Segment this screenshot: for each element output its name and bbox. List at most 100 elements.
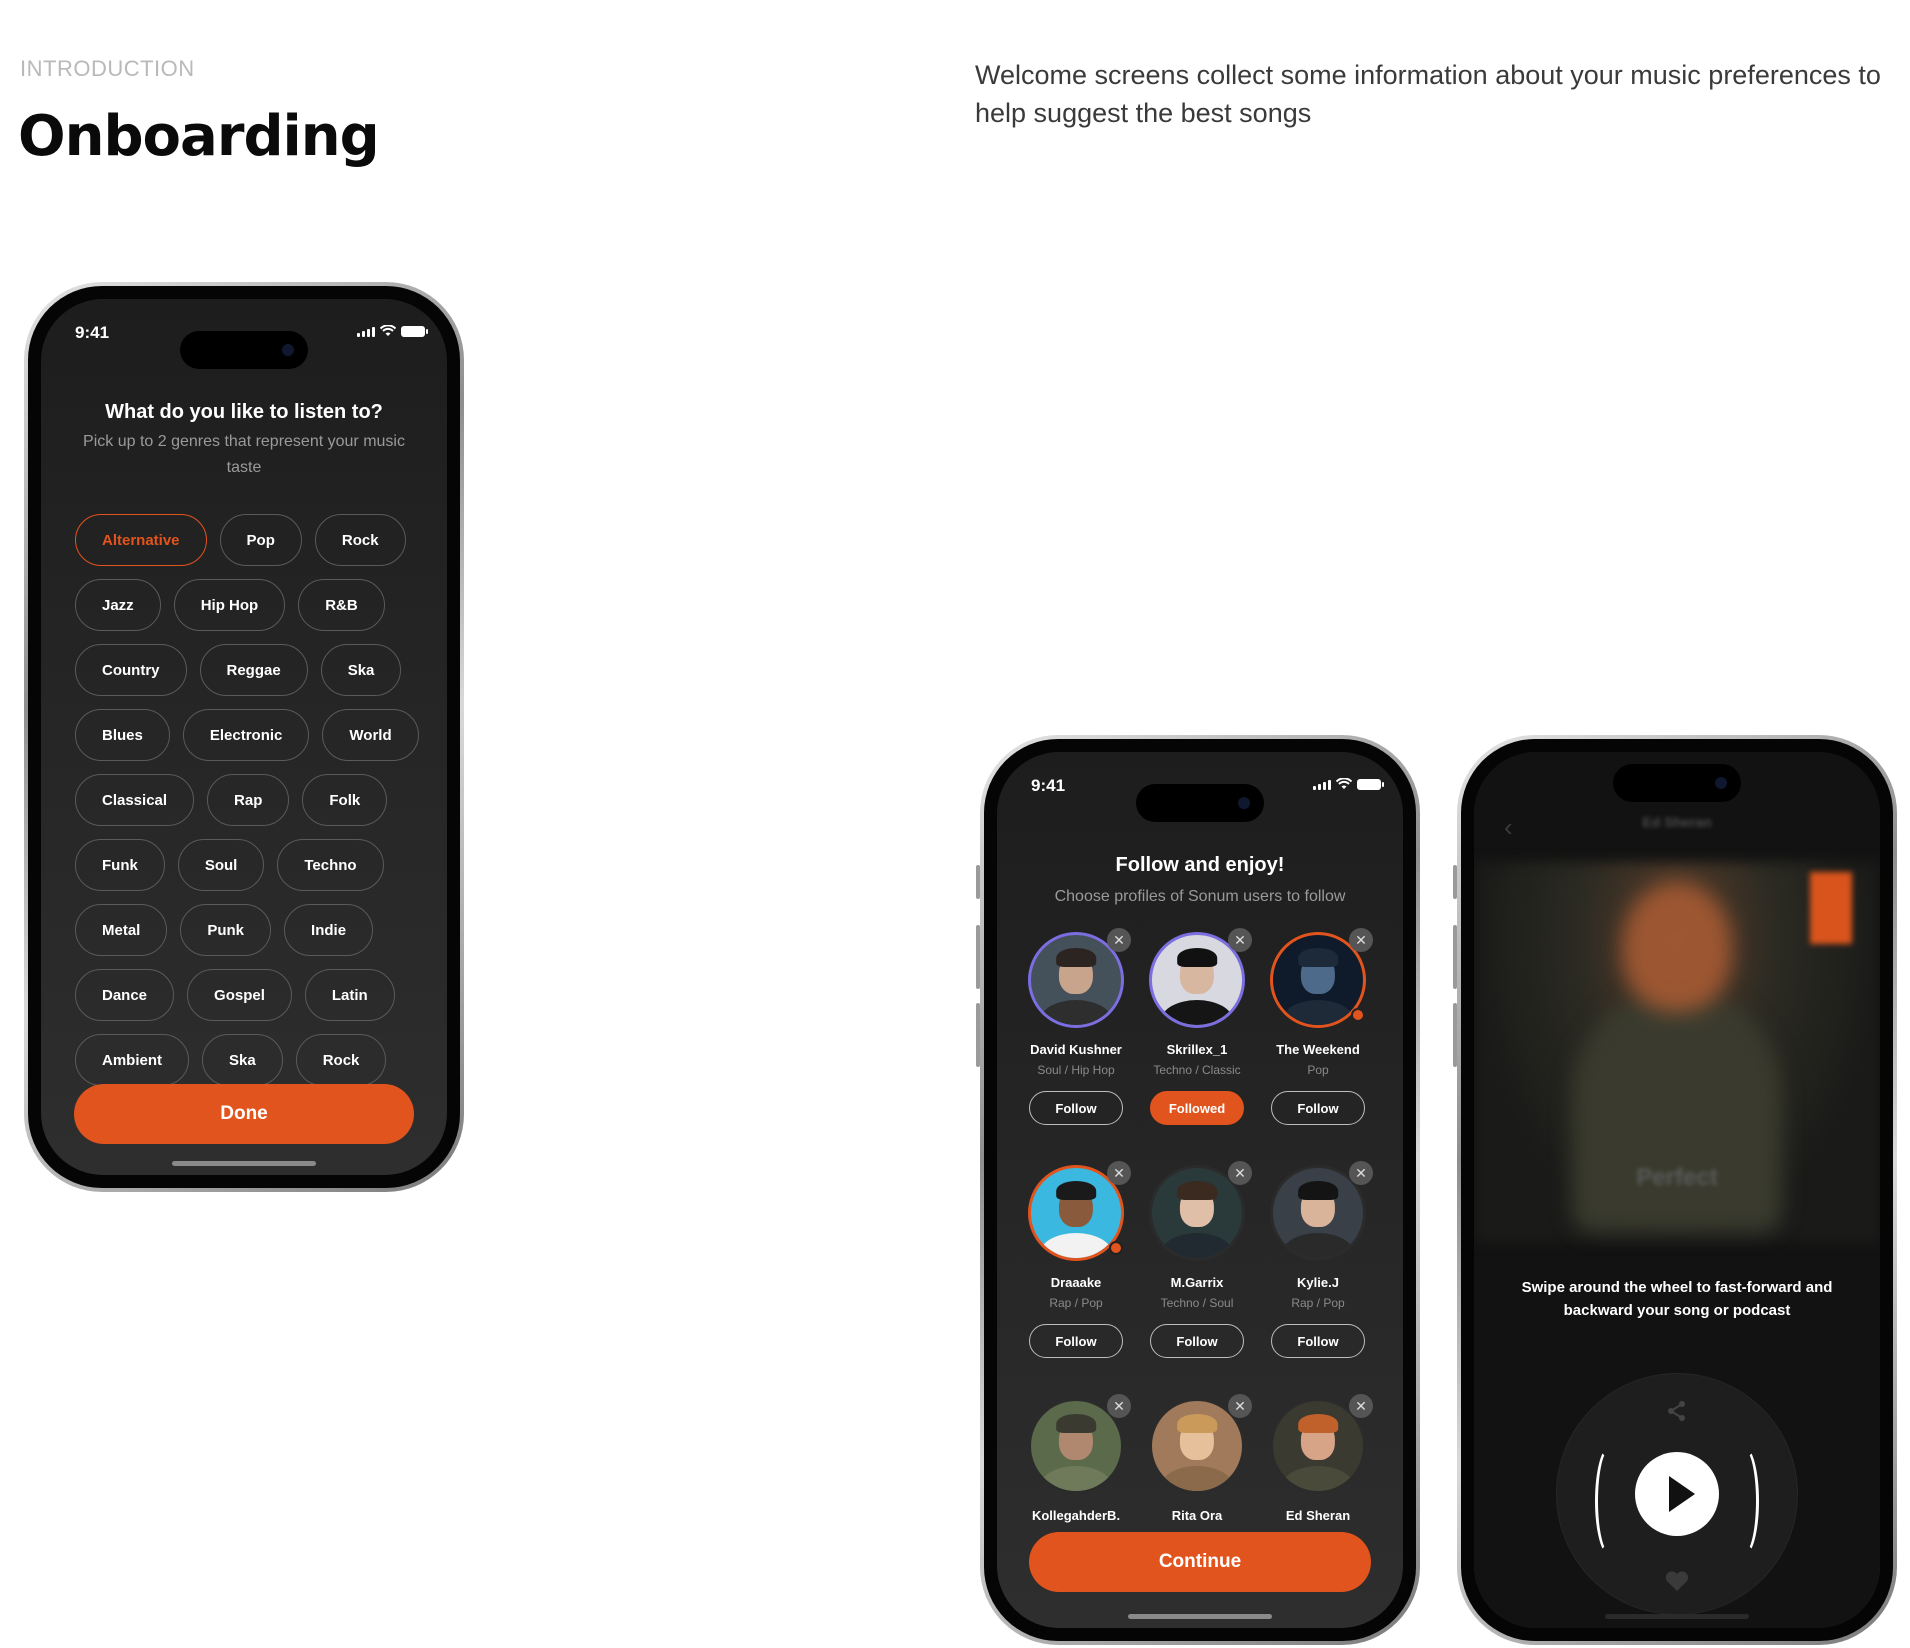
follow-button[interactable]: Follow xyxy=(1029,1091,1123,1125)
wheel-hint: Swipe around the wheel to fast-forward a… xyxy=(1521,1279,1833,1319)
genre-chip[interactable]: Folk xyxy=(302,774,388,826)
genre-chip[interactable]: Reggae xyxy=(199,644,308,696)
profile-name: KollegahderB. xyxy=(1031,1508,1121,1523)
profile-card: ✕ Draaake Rap / Pop Follow xyxy=(1017,1161,1135,1358)
genre-chip[interactable]: Hip Hop xyxy=(173,579,286,631)
genre-chip-row: Funk Soul Techno xyxy=(75,839,425,891)
heart-icon[interactable] xyxy=(1665,1570,1689,1592)
genre-chip-row: Ambient Ska Rock xyxy=(75,1034,425,1086)
profile-name: The Weekend xyxy=(1276,1042,1360,1057)
close-icon[interactable]: ✕ xyxy=(1228,1161,1252,1185)
genre-chip[interactable]: Techno xyxy=(277,839,384,891)
scrub-wheel[interactable] xyxy=(1557,1374,1797,1614)
profile-grid: ✕ David Kushner Soul / Hip Hop Follow ✕ Skril… xyxy=(1017,928,1377,1563)
play-button[interactable] xyxy=(1635,1452,1719,1536)
close-icon[interactable]: ✕ xyxy=(1107,928,1131,952)
profile-card: ✕ Ed Sheran xyxy=(1259,1394,1377,1523)
genre-chip[interactable]: Jazz xyxy=(75,579,161,631)
followed-button[interactable]: Followed xyxy=(1150,1091,1244,1125)
profile-name: Ed Sheran xyxy=(1285,1508,1351,1523)
status-time: 9:41 xyxy=(1031,776,1066,795)
profile-genres: Pop xyxy=(1307,1063,1329,1077)
signal-icon xyxy=(357,327,375,337)
close-icon[interactable]: ✕ xyxy=(1349,928,1373,952)
share-icon[interactable] xyxy=(1666,1400,1688,1422)
status-time: 9:41 xyxy=(75,323,110,342)
genre-chip[interactable]: Ambient xyxy=(75,1034,189,1086)
section-label: INTRODUCTION xyxy=(20,56,195,81)
dynamic-island xyxy=(1613,764,1741,802)
genre-chip[interactable]: Latin xyxy=(304,969,395,1021)
genre-chip[interactable]: Dance xyxy=(75,969,175,1021)
profile-row: ✕ David Kushner Soul / Hip Hop Follow ✕ Skril… xyxy=(1017,928,1377,1125)
genre-chip[interactable]: Gospel xyxy=(187,969,292,1021)
genre-chip-list: Alternative Pop Rock Jazz Hip Hop R&B Country R… xyxy=(75,514,425,1099)
genre-chip[interactable]: Rap xyxy=(207,774,290,826)
profile-genres: Soul / Hip Hop xyxy=(1037,1063,1115,1077)
genre-chip[interactable]: Ska xyxy=(320,644,402,696)
genre-chip[interactable]: Soul xyxy=(177,839,265,891)
genre-chip[interactable]: Metal xyxy=(75,904,168,956)
profile-name: Skrillex_1 xyxy=(1166,1042,1228,1057)
home-indicator xyxy=(1128,1614,1272,1619)
genre-chip[interactable]: Rock xyxy=(314,514,406,566)
phone-player: ‹ Ed Sheran Perfect Swipe around the whe… xyxy=(1453,735,1897,1645)
genre-chip-row: Jazz Hip Hop R&B xyxy=(75,579,425,631)
genre-chip-row: Country Reggae Ska xyxy=(75,644,425,696)
follow-title: Follow and enjoy! xyxy=(1115,854,1285,876)
follow-button[interactable]: Follow xyxy=(1150,1324,1244,1358)
close-icon[interactable]: ✕ xyxy=(1349,1161,1373,1185)
profile-card: ✕ Kylie.J Rap / Pop Follow xyxy=(1259,1161,1377,1358)
song-title: Perfect xyxy=(1636,1164,1718,1191)
close-icon[interactable]: ✕ xyxy=(1107,1394,1131,1418)
profile-name: Kylie.J xyxy=(1297,1275,1339,1290)
genre-chip[interactable]: World xyxy=(322,709,419,761)
home-indicator xyxy=(172,1161,316,1166)
follow-button[interactable]: Follow xyxy=(1271,1324,1365,1358)
genre-chip[interactable]: Punk xyxy=(180,904,272,956)
rewind-arc-icon xyxy=(1595,1446,1625,1556)
genre-chip[interactable]: Country xyxy=(75,644,187,696)
follow-button[interactable]: Follow xyxy=(1271,1091,1365,1125)
close-icon[interactable]: ✕ xyxy=(1228,928,1252,952)
profile-genres: Rap / Pop xyxy=(1049,1296,1103,1310)
profile-card: ✕ Rita Ora xyxy=(1138,1394,1256,1523)
genre-chip[interactable]: Indie xyxy=(284,904,374,956)
home-indicator xyxy=(1605,1614,1749,1619)
close-icon[interactable]: ✕ xyxy=(1349,1394,1373,1418)
genre-chip[interactable]: Classical xyxy=(75,774,195,826)
done-button[interactable]: Done xyxy=(74,1084,414,1144)
genre-chip-row: Blues Electronic World xyxy=(75,709,425,761)
status-dot xyxy=(1109,1241,1123,1255)
genre-chip[interactable]: Electronic xyxy=(182,709,310,761)
profile-name: Rita Ora xyxy=(1171,1508,1223,1523)
forward-arc-icon xyxy=(1729,1446,1759,1556)
profile-name: M.Garrix xyxy=(1170,1275,1224,1290)
battery-icon xyxy=(1357,779,1384,790)
profile-name: David Kushner xyxy=(1030,1042,1122,1057)
close-icon[interactable]: ✕ xyxy=(1228,1394,1252,1418)
page-description: Welcome screens collect some information… xyxy=(975,60,1881,128)
follow-button[interactable]: Follow xyxy=(1029,1324,1123,1358)
genre-chip[interactable]: Alternative xyxy=(75,514,207,566)
genre-chip[interactable]: Blues xyxy=(75,709,170,761)
profile-genres: Techno / Classic xyxy=(1153,1063,1241,1077)
genre-chip-row: Classical Rap Folk xyxy=(75,774,425,826)
page: INTRODUCTION Onboarding Welcome screens … xyxy=(0,0,1910,1648)
profile-row: ✕ Draaake Rap / Pop Follow ✕ M.Garrix Techno /… xyxy=(1017,1161,1377,1358)
genre-chip[interactable]: Rock xyxy=(295,1034,387,1086)
genre-chip[interactable]: Funk xyxy=(75,839,165,891)
phone-follow: 9:41 Follow and enjoy! Choose profiles o… xyxy=(976,735,1420,1645)
continue-button[interactable]: Continue xyxy=(1029,1532,1371,1592)
profile-name: Draaake xyxy=(1050,1275,1102,1290)
close-icon[interactable]: ✕ xyxy=(1107,1161,1131,1185)
dynamic-island xyxy=(180,331,308,369)
profile-genres: Techno / Soul xyxy=(1160,1296,1234,1310)
profile-card: ✕ The Weekend Pop Follow xyxy=(1259,928,1377,1125)
genre-chip[interactable]: Pop xyxy=(219,514,302,566)
genre-chip[interactable]: R&B xyxy=(298,579,385,631)
dynamic-island xyxy=(1136,784,1264,822)
genres-title: What do you like to listen to? xyxy=(105,401,383,423)
signal-icon xyxy=(1313,780,1331,790)
genre-chip[interactable]: Ska xyxy=(202,1034,283,1086)
